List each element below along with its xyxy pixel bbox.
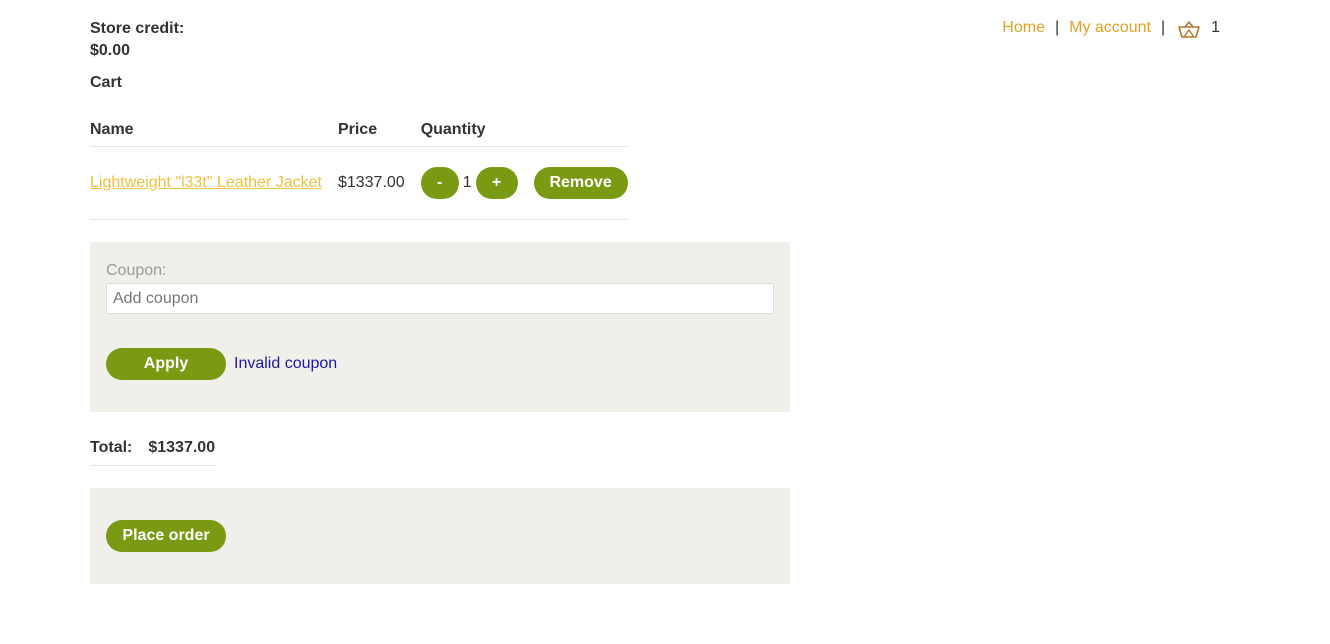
cart-page: Store credit: $0.00 Home | My account | …: [0, 0, 1330, 644]
cart-item-row: Lightweight "l33t" Leather Jacket $1337.…: [90, 146, 628, 220]
product-link[interactable]: Lightweight "l33t" Leather Jacket: [90, 174, 322, 191]
nav-separator: |: [1160, 19, 1166, 36]
column-header-actions: [533, 116, 628, 147]
remove-item-button[interactable]: Remove: [533, 167, 628, 199]
store-credit-label: Store credit:: [90, 20, 185, 37]
top-nav: Home | My account | 1: [1002, 18, 1220, 38]
column-header-name: Name: [90, 116, 338, 147]
cart-count: 1: [1211, 19, 1220, 36]
cart-item-actions-cell: Remove: [533, 146, 628, 220]
cart-header-row: Name Price Quantity: [90, 116, 628, 147]
place-order-panel: Place order: [90, 488, 790, 584]
cart-table: Name Price Quantity Lightweight "l33t" L…: [90, 116, 628, 220]
coupon-input[interactable]: [106, 283, 774, 314]
store-credit-value: $0.00: [90, 42, 131, 59]
quantity-value: 1: [462, 174, 472, 191]
place-order-button[interactable]: Place order: [106, 520, 226, 552]
total-value: $1337.00: [148, 439, 216, 456]
cart-item-price: $1337.00: [337, 146, 421, 220]
apply-coupon-button[interactable]: Apply: [106, 348, 226, 380]
decrease-quantity-button[interactable]: -: [420, 167, 459, 199]
quantity-stepper: - 1 +: [420, 167, 518, 199]
total-label: Total:: [90, 439, 133, 456]
coupon-panel: Coupon: Apply Invalid coupon: [90, 242, 790, 412]
coupon-status-message: Invalid coupon: [234, 355, 338, 372]
increase-quantity-button[interactable]: +: [475, 167, 518, 199]
my-account-link[interactable]: My account: [1069, 18, 1151, 38]
basket-icon[interactable]: [1177, 20, 1201, 40]
column-header-price: Price: [337, 116, 421, 147]
column-header-quantity: Quantity: [420, 116, 534, 147]
nav-separator: |: [1054, 19, 1060, 36]
cart-item-quantity-cell: - 1 +: [420, 146, 534, 220]
cart-heading: Cart: [90, 74, 123, 91]
home-link[interactable]: Home: [1002, 18, 1045, 38]
store-credit: Store credit: $0.00: [90, 18, 184, 62]
cart-item-name-cell: Lightweight "l33t" Leather Jacket: [90, 146, 338, 220]
order-total: Total: $1337.00: [90, 439, 216, 466]
coupon-label: Coupon:: [106, 262, 167, 279]
